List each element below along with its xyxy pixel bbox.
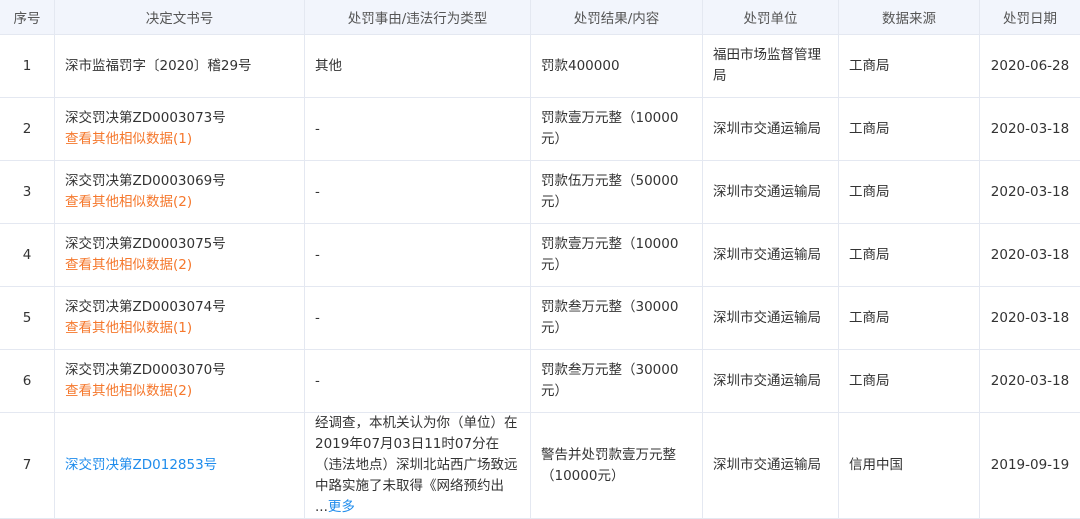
cell-date: 2020-03-18: [980, 161, 1080, 224]
cell-reason: -: [305, 350, 531, 413]
cell-unit: 深圳市交通运输局: [703, 287, 839, 350]
doc-no-link[interactable]: 深交罚决第ZD012853号: [65, 457, 217, 473]
more-link[interactable]: 更多: [328, 499, 355, 515]
table-row: 7 深交罚决第ZD012853号 经调查，本机关认为你（单位）在2019年07月…: [0, 413, 1080, 519]
cell-source: 工商局: [839, 98, 980, 161]
col-header-unit: 处罚单位: [703, 0, 839, 35]
cell-result: 罚款伍万元整（50000元）: [531, 161, 703, 224]
cell-unit: 福田市场监督管理局: [703, 35, 839, 98]
cell-result: 警告并处罚款壹万元整（10000元）: [531, 413, 703, 519]
cell-result: 罚款叁万元整（30000元）: [531, 350, 703, 413]
cell-source: 工商局: [839, 350, 980, 413]
col-header-reason: 处罚事由/违法行为类型: [305, 0, 531, 35]
cell-doc-no: 深交罚决第ZD0003075号 查看其他相似数据(2): [55, 224, 305, 287]
cell-index: 6: [0, 350, 55, 413]
col-header-source: 数据来源: [839, 0, 980, 35]
cell-index: 5: [0, 287, 55, 350]
cell-source: 工商局: [839, 287, 980, 350]
doc-no-text: 深市监福罚字〔2020〕稽29号: [65, 58, 252, 74]
cell-unit: 深圳市交通运输局: [703, 413, 839, 519]
cell-doc-no: 深交罚决第ZD0003070号 查看其他相似数据(2): [55, 350, 305, 413]
cell-doc-no: 深交罚决第ZD0003074号 查看其他相似数据(1): [55, 287, 305, 350]
penalty-records-table: 序号 决定文书号 处罚事由/违法行为类型 处罚结果/内容 处罚单位 数据来源 处…: [0, 0, 1080, 519]
cell-source: 工商局: [839, 161, 980, 224]
cell-index: 2: [0, 98, 55, 161]
cell-doc-no: 深交罚决第ZD0003073号 查看其他相似数据(1): [55, 98, 305, 161]
col-header-index: 序号: [0, 0, 55, 35]
cell-result: 罚款叁万元整（30000元）: [531, 287, 703, 350]
cell-doc-no: 深交罚决第ZD0003069号 查看其他相似数据(2): [55, 161, 305, 224]
cell-result: 罚款壹万元整（10000元）: [531, 224, 703, 287]
view-similar-data-link[interactable]: 查看其他相似数据(1): [65, 318, 294, 339]
table-row: 6 深交罚决第ZD0003070号 查看其他相似数据(2) - 罚款叁万元整（3…: [0, 350, 1080, 413]
cell-reason: 经调查，本机关认为你（单位）在2019年07月03日11时07分在（违法地点）深…: [305, 413, 531, 519]
view-similar-data-link[interactable]: 查看其他相似数据(1): [65, 129, 294, 150]
view-similar-data-link[interactable]: 查看其他相似数据(2): [65, 381, 294, 402]
table-header-row: 序号 决定文书号 处罚事由/违法行为类型 处罚结果/内容 处罚单位 数据来源 处…: [0, 0, 1080, 35]
cell-index: 7: [0, 413, 55, 519]
table-row: 2 深交罚决第ZD0003073号 查看其他相似数据(1) - 罚款壹万元整（1…: [0, 98, 1080, 161]
cell-date: 2020-03-18: [980, 350, 1080, 413]
cell-source: 工商局: [839, 224, 980, 287]
doc-no-text: 深交罚决第ZD0003070号: [65, 360, 294, 381]
cell-index: 1: [0, 35, 55, 98]
cell-unit: 深圳市交通运输局: [703, 224, 839, 287]
cell-result: 罚款400000: [531, 35, 703, 98]
table-row: 1 深市监福罚字〔2020〕稽29号 其他 罚款400000 福田市场监督管理局…: [0, 35, 1080, 98]
cell-unit: 深圳市交通运输局: [703, 350, 839, 413]
cell-source: 工商局: [839, 35, 980, 98]
doc-no-text: 深交罚决第ZD0003075号: [65, 234, 294, 255]
cell-doc-no: 深市监福罚字〔2020〕稽29号: [55, 35, 305, 98]
table-row: 4 深交罚决第ZD0003075号 查看其他相似数据(2) - 罚款壹万元整（1…: [0, 224, 1080, 287]
cell-date: 2020-06-28: [980, 35, 1080, 98]
cell-date: 2020-03-18: [980, 287, 1080, 350]
view-similar-data-link[interactable]: 查看其他相似数据(2): [65, 255, 294, 276]
cell-reason: 其他: [305, 35, 531, 98]
cell-reason: -: [305, 224, 531, 287]
cell-reason: -: [305, 161, 531, 224]
table-row: 5 深交罚决第ZD0003074号 查看其他相似数据(1) - 罚款叁万元整（3…: [0, 287, 1080, 350]
cell-date: 2020-03-18: [980, 224, 1080, 287]
cell-source: 信用中国: [839, 413, 980, 519]
doc-no-text: 深交罚决第ZD0003069号: [65, 171, 294, 192]
col-header-result: 处罚结果/内容: [531, 0, 703, 35]
cell-date: 2020-03-18: [980, 98, 1080, 161]
cell-unit: 深圳市交通运输局: [703, 98, 839, 161]
doc-no-text: 深交罚决第ZD0003074号: [65, 297, 294, 318]
cell-doc-no: 深交罚决第ZD012853号: [55, 413, 305, 519]
table-row: 3 深交罚决第ZD0003069号 查看其他相似数据(2) - 罚款伍万元整（5…: [0, 161, 1080, 224]
col-header-doc-no: 决定文书号: [55, 0, 305, 35]
cell-reason: -: [305, 98, 531, 161]
col-header-date: 处罚日期: [980, 0, 1080, 35]
doc-no-text: 深交罚决第ZD0003073号: [65, 108, 294, 129]
cell-index: 3: [0, 161, 55, 224]
cell-index: 4: [0, 224, 55, 287]
cell-reason: -: [305, 287, 531, 350]
cell-date: 2019-09-19: [980, 413, 1080, 519]
cell-unit: 深圳市交通运输局: [703, 161, 839, 224]
cell-result: 罚款壹万元整（10000元）: [531, 98, 703, 161]
view-similar-data-link[interactable]: 查看其他相似数据(2): [65, 192, 294, 213]
